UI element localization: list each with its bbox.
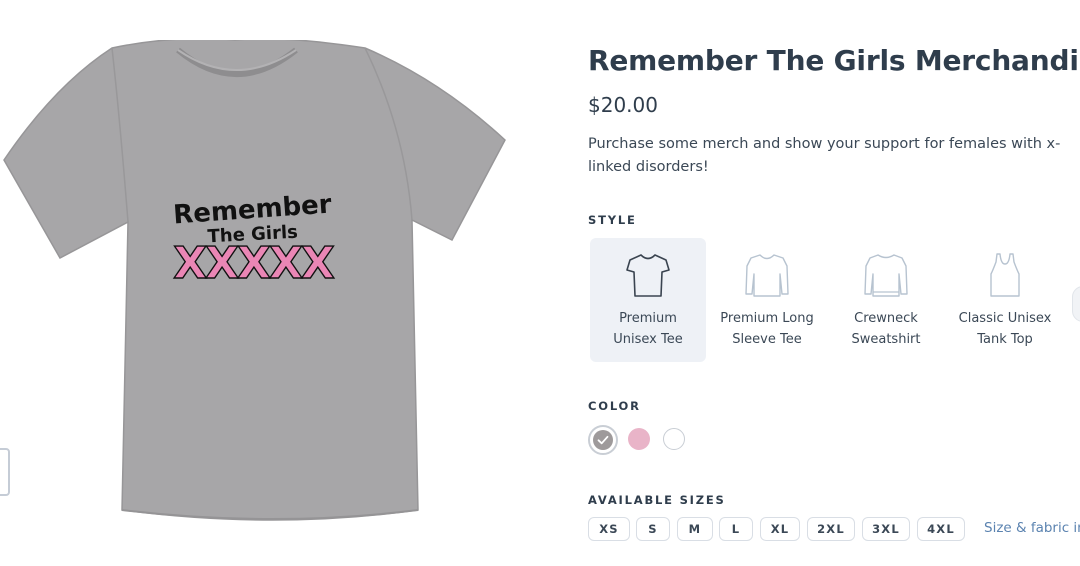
style-option-crewneck-sweatshirt[interactable]: Crewneck Sweatshirt xyxy=(828,238,944,362)
color-swatch-pink[interactable] xyxy=(628,428,650,450)
size-button-xl[interactable]: XL xyxy=(760,517,800,541)
checkmark-icon xyxy=(593,430,613,450)
style-option-line2: Unisex Tee xyxy=(613,332,683,347)
style-option-line1: Premium xyxy=(619,311,677,326)
size-fabric-info-link[interactable]: Size & fabric info xyxy=(984,520,1080,536)
style-option-line2: Sleeve Tee xyxy=(732,332,802,347)
size-button-s[interactable]: S xyxy=(636,517,670,541)
product-price: $20.00 xyxy=(588,93,658,117)
image-thumbnail-nav[interactable] xyxy=(0,448,10,496)
product-title: Remember The Girls Merchandise xyxy=(588,44,1080,77)
style-option-line1: Crewneck xyxy=(854,311,918,326)
style-option-line1: Classic Unisex xyxy=(958,311,1052,326)
sweatshirt-icon xyxy=(864,254,908,297)
size-button-xs[interactable]: XS xyxy=(588,517,630,541)
product-details: Remember The Girls Merchandise $20.00 Pu… xyxy=(588,0,1080,566)
style-option-line1: Premium Long xyxy=(720,311,814,326)
size-options: XS S M L XL 2XL 3XL 4XL Size & fabric in… xyxy=(588,517,1080,541)
style-option-line2: Sweatshirt xyxy=(851,332,921,347)
sizes-label: AVAILABLE SIZES xyxy=(588,493,726,507)
style-option-premium-unisex-tee[interactable]: Premium Unisex Tee xyxy=(590,238,706,362)
color-swatch-white[interactable] xyxy=(663,428,685,450)
size-button-3xl[interactable]: 3XL xyxy=(862,517,910,541)
color-swatch-heather-grey[interactable] xyxy=(588,425,618,455)
size-button-4xl[interactable]: 4XL xyxy=(917,517,965,541)
style-option-premium-long-sleeve-tee[interactable]: Premium Long Sleeve Tee xyxy=(709,238,825,362)
tshirt-icon xyxy=(626,254,670,297)
long-sleeve-icon xyxy=(745,254,789,297)
style-option-classic-unisex-tank-top[interactable]: Classic Unisex Tank Top xyxy=(947,238,1063,362)
shirt-graphic: Remember The Girls XXXXX xyxy=(172,190,337,290)
size-button-l[interactable]: L xyxy=(719,517,753,541)
style-label: STYLE xyxy=(588,213,637,227)
product-description: Purchase some merch and show your suppor… xyxy=(588,136,1061,175)
size-button-2xl[interactable]: 2XL xyxy=(807,517,855,541)
style-options: Premium Unisex Tee Premium Long Sleeve T… xyxy=(590,238,1080,362)
tank-top-icon xyxy=(990,253,1020,297)
style-carousel-next-button[interactable] xyxy=(1072,286,1080,322)
style-option-line2: Tank Top xyxy=(977,332,1033,347)
product-image: Remember The Girls XXXXX xyxy=(3,40,506,521)
shirt-graphic-marks: XXXXX xyxy=(173,238,335,289)
color-label: COLOR xyxy=(588,399,641,413)
size-button-m[interactable]: M xyxy=(677,517,713,541)
